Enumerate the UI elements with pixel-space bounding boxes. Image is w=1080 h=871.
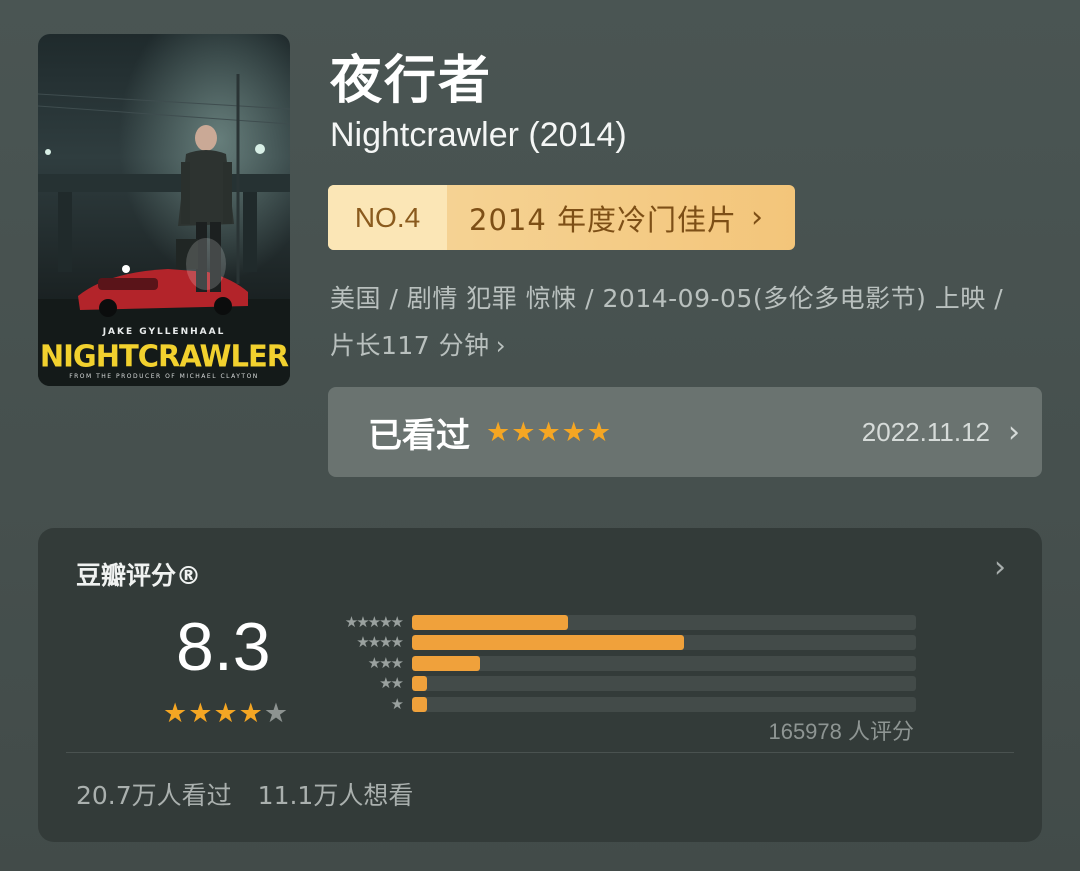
star-icon: ★ [586, 416, 612, 448]
distribution-row: ★★★★★ [320, 612, 916, 633]
distribution-row: ★ [320, 694, 916, 715]
movie-poster[interactable]: JAKE GYLLENHAAL NIGHTCRAWLER FROM THE PR… [38, 34, 290, 386]
audience-counts: 20.7万人看过 11.1万人想看 [76, 776, 413, 812]
watched-date: 2022.11.12 [861, 416, 990, 447]
star-icon: ★ [536, 416, 561, 448]
distribution-track [412, 635, 916, 651]
star-icon: ★ [561, 416, 586, 448]
chevron-right-icon: › [994, 550, 1006, 585]
distribution-stars-label: ★★★★ [356, 633, 404, 652]
star-icon: ★ [263, 698, 289, 729]
rating-count: 165978 人评分 [768, 719, 914, 744]
distribution-track [412, 614, 916, 630]
distribution-track [412, 655, 916, 671]
chevron-right-icon: › [1008, 414, 1020, 450]
distribution-stars-label: ★★ [379, 674, 404, 693]
distribution-bar [412, 676, 428, 692]
star-icon: ★ [163, 698, 188, 729]
rank-list-label: 2014 年度冷门佳片 [469, 202, 738, 237]
rank-list-name: 2014 年度冷门佳片 › [447, 185, 795, 250]
douban-rating-card[interactable]: 豆瓣评分® › 8.3 ★ ★ ★ ★ ★ ★★★★★ ★★★★ ★★★ ★★ ★ 165978… [38, 528, 1042, 842]
poster-actor-name: JAKE GYLLENHAAL [102, 327, 226, 337]
distribution-bar [412, 614, 569, 630]
poster-title: NIGHTCRAWLER [39, 338, 289, 374]
chevron-right-icon: › [751, 200, 765, 235]
movie-title-en: Nightcrawler (2014) [330, 116, 627, 154]
divider [66, 752, 1014, 753]
rating-distribution: ★★★★★ ★★★★ ★★★ ★★ ★ [320, 612, 916, 715]
rating-stars: ★ ★ ★ ★ ★ [163, 700, 288, 727]
star-icon: ★ [486, 416, 511, 448]
my-rating-bar[interactable]: 已看过 ★ ★ ★ ★ ★ 2022.11.12 › [328, 387, 1042, 477]
my-rating-stars: ★ ★ ★ ★ ★ [486, 419, 611, 446]
watched-label: 已看过 [368, 415, 470, 456]
movie-meta-text: 美国 / 剧情 犯罪 惊悚 / 2014-09-05(多伦多电影节) 上映 / … [330, 284, 1004, 360]
distribution-bar [412, 655, 481, 671]
distribution-bar [412, 696, 428, 712]
rating-source-label: 豆瓣评分® [76, 561, 202, 590]
distribution-bar [412, 635, 685, 651]
poster-tagline: FROM THE PRODUCER OF MICHAEL CLAYTON [69, 373, 259, 380]
movie-title-cn: 夜行者 [330, 51, 493, 111]
rating-score: 8.3 [176, 609, 271, 685]
star-icon: ★ [238, 698, 263, 729]
movie-meta-info[interactable]: 美国 / 剧情 犯罪 惊悚 / 2014-09-05(多伦多电影节) 上映 / … [330, 275, 1030, 369]
distribution-row: ★★★★ [320, 633, 916, 654]
distribution-stars-label: ★★★ [367, 653, 404, 672]
distribution-stars-label: ★★★★★ [344, 612, 404, 631]
distribution-track [412, 676, 916, 692]
chevron-right-icon: › [495, 331, 507, 360]
star-icon: ★ [188, 698, 213, 729]
star-icon: ★ [213, 698, 238, 729]
watched-count: 20.7万人看过 [76, 781, 232, 810]
distribution-row: ★★★ [320, 653, 916, 674]
distribution-stars-label: ★ [390, 694, 404, 713]
distribution-track [412, 696, 916, 712]
want-count: 11.1万人想看 [257, 781, 414, 810]
distribution-row: ★★ [320, 674, 916, 695]
ranking-badge[interactable]: NO.4 2014 年度冷门佳片 › [328, 185, 795, 250]
star-icon: ★ [511, 416, 536, 448]
rank-number: NO.4 [328, 185, 447, 250]
